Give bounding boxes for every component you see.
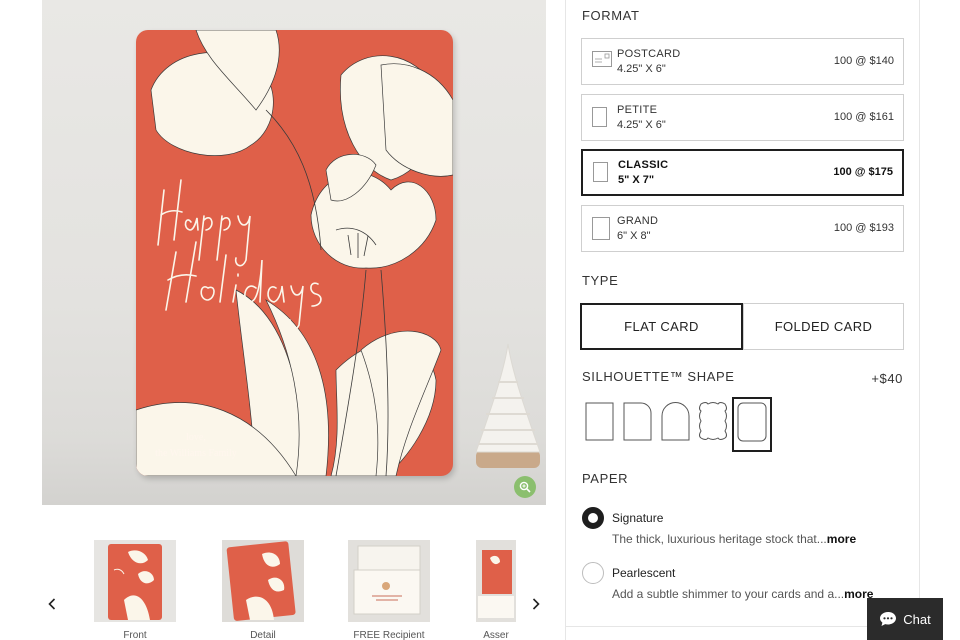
format-option-classic[interactable]: CLASSIC 5" X 7" 100 @ $175 xyxy=(581,149,904,196)
card-signature: love, the Williams Family xyxy=(136,430,256,462)
format-option-grand[interactable]: GRAND 6" X 8" 100 @ $193 xyxy=(581,205,904,252)
paper-pearlescent-name: Pearlescent xyxy=(612,566,676,580)
silhouette-title: SILHOUETTE™ SHAPE xyxy=(582,369,735,384)
thumbnail-recipient-image xyxy=(348,540,430,622)
thumbnail-detail-caption: Detail xyxy=(250,630,276,640)
chat-label: Chat xyxy=(903,611,931,627)
rounded-shape-icon xyxy=(737,402,767,442)
thumbnail-front-image xyxy=(94,540,176,622)
paper-signature-name: Signature xyxy=(612,511,664,525)
chevron-right-icon xyxy=(532,598,540,610)
format-size: 6" X 8" xyxy=(617,230,651,242)
carousel-next-button[interactable] xyxy=(528,596,544,612)
silhouette-price: +$40 xyxy=(871,371,903,386)
paper-signature-description: The thick, luxurious heritage stock that… xyxy=(612,532,856,546)
format-size: 5" X 7" xyxy=(618,174,655,186)
rounded-corner-shape-icon xyxy=(623,402,652,441)
carousel-prev-button[interactable] xyxy=(44,596,60,612)
product-image[interactable]: love, the Williams Family xyxy=(42,0,546,505)
format-option-postcard[interactable]: POSTCARD 4.25" X 6" 100 @ $140 xyxy=(581,38,904,85)
thumbnail-front-caption: Front xyxy=(123,630,147,640)
format-size: 4.25" X 6" xyxy=(617,63,666,75)
ceramic-tree-decor xyxy=(475,343,541,468)
shape-rounded-corner[interactable] xyxy=(623,400,653,447)
shape-arch[interactable] xyxy=(661,400,691,447)
zoom-in-icon xyxy=(519,481,531,493)
thumbnail-carousel: Front Detail FREE Recipient Asser xyxy=(42,530,546,640)
chat-bubble-icon xyxy=(880,612,897,626)
thumbnail-detail[interactable] xyxy=(222,540,304,622)
zoom-button[interactable] xyxy=(514,476,536,498)
square-shape-icon xyxy=(585,402,614,441)
format-price: 100 @ $161 xyxy=(833,111,894,123)
thumbnail-recipient[interactable] xyxy=(348,540,430,622)
holiday-card-front: love, the Williams Family xyxy=(136,30,453,476)
type-flat-card-button[interactable]: FLAT CARD xyxy=(580,303,743,350)
format-price: 100 @ $140 xyxy=(833,55,894,67)
thumbnail-detail-image xyxy=(222,540,304,622)
format-name: CLASSIC xyxy=(618,159,669,171)
format-title: FORMAT xyxy=(582,8,640,23)
thumbnail-front[interactable] xyxy=(94,540,176,622)
card-outline-icon xyxy=(592,217,610,240)
product-options-panel: FORMAT POSTCARD 4.25" X 6" 100 @ $140 PE… xyxy=(565,0,920,640)
scalloped-shape-icon xyxy=(699,402,727,440)
format-size: 4.25" X 6" xyxy=(617,119,666,131)
format-name: GRAND xyxy=(617,215,659,227)
shape-scalloped[interactable] xyxy=(697,400,729,447)
format-name: POSTCARD xyxy=(617,48,681,60)
postcard-icon xyxy=(592,51,612,67)
paper-title: PAPER xyxy=(582,471,629,486)
paper-signature-description-text: The thick, luxurious heritage stock that… xyxy=(612,532,827,546)
type-folded-card-button[interactable]: FOLDED CARD xyxy=(743,303,904,350)
thumbnail-assembled-image xyxy=(476,540,516,622)
paper-signature-radio[interactable] xyxy=(582,507,604,529)
paper-pearlescent-radio[interactable] xyxy=(582,562,604,584)
thumbnail-recipient-caption: FREE Recipient xyxy=(353,630,425,640)
paper-pearlescent-description-text: Add a subtle shimmer to your cards and a… xyxy=(612,587,845,601)
paper-pearlescent-description: Add a subtle shimmer to your cards and a… xyxy=(612,587,873,601)
format-price: 100 @ $175 xyxy=(833,166,893,178)
tulip-illustration xyxy=(136,30,453,476)
format-price: 100 @ $193 xyxy=(833,222,894,234)
format-name: PETITE xyxy=(617,104,658,116)
format-option-petite[interactable]: PETITE 4.25" X 6" 100 @ $161 xyxy=(581,94,904,141)
signature-line-1: love, xyxy=(186,432,206,443)
thumbnail-assembled[interactable] xyxy=(476,540,516,622)
arch-shape-icon xyxy=(661,402,690,441)
chevron-left-icon xyxy=(48,598,56,610)
type-title: TYPE xyxy=(582,273,619,288)
shape-rounded[interactable] xyxy=(732,397,772,452)
shape-square[interactable] xyxy=(585,400,615,447)
paper-signature-more-link[interactable]: more xyxy=(827,532,856,546)
card-outline-icon xyxy=(592,107,607,127)
card-outline-icon xyxy=(593,162,608,182)
chat-button[interactable]: Chat xyxy=(867,598,943,640)
thumbnail-assembled-caption: Asser xyxy=(483,630,509,640)
signature-line-2: the Williams Family xyxy=(155,448,237,459)
